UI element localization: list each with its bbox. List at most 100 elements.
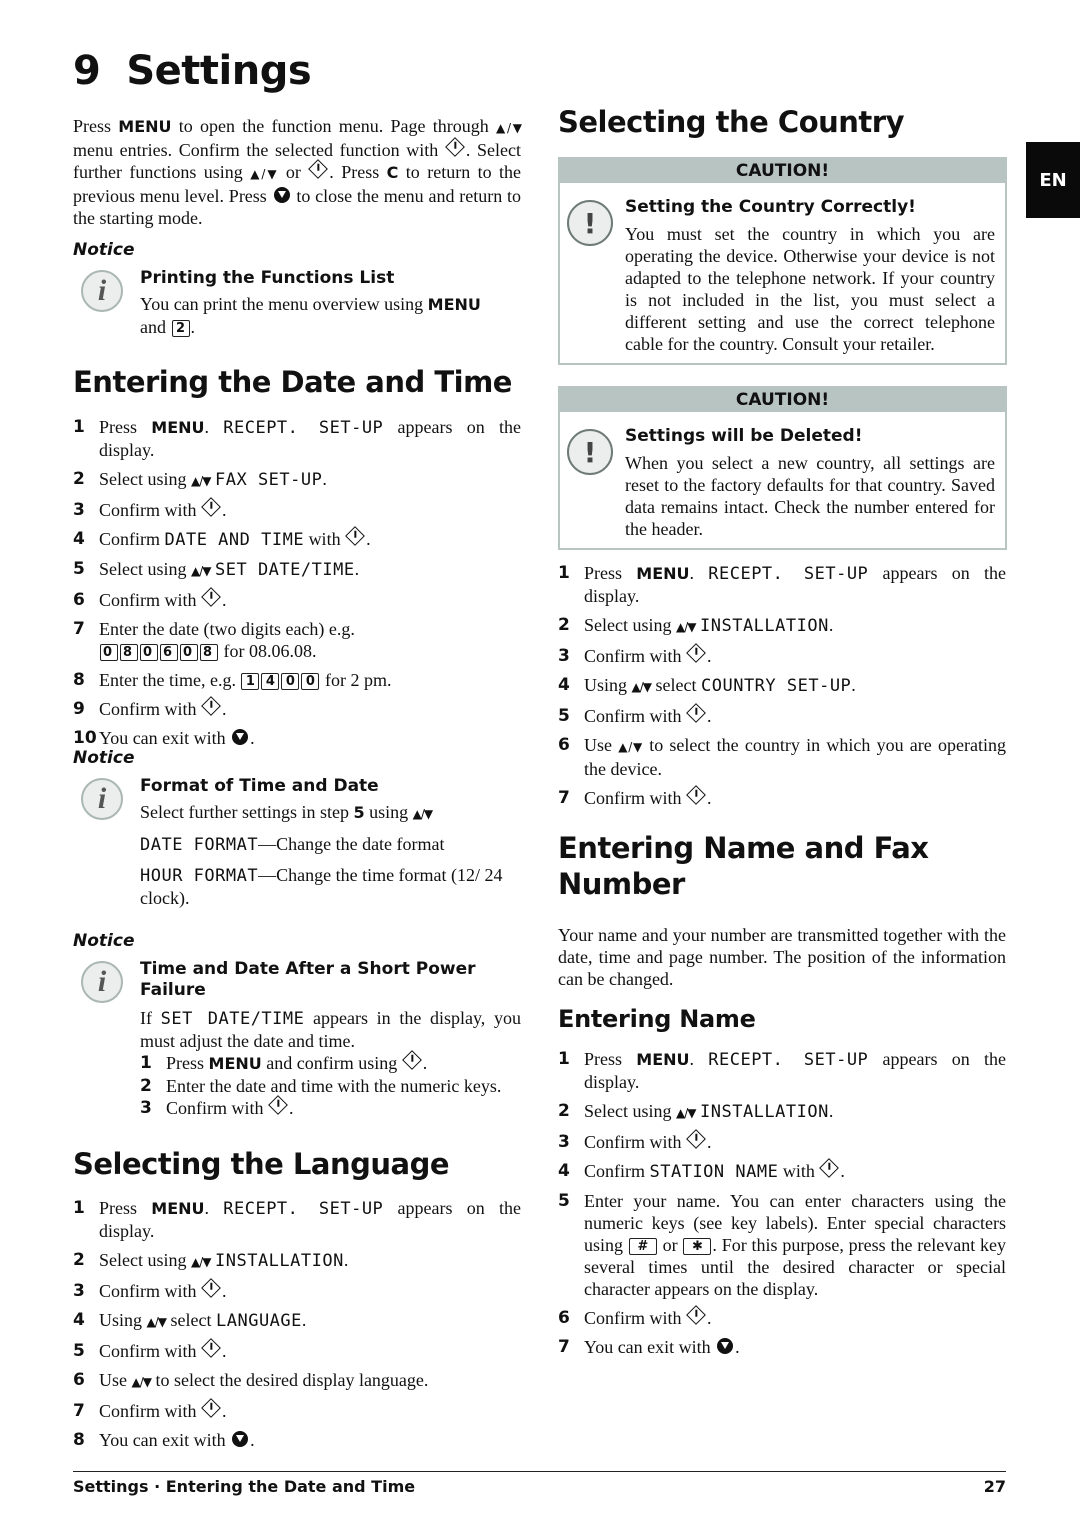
key: 8: [120, 644, 138, 661]
notice-title: Printing the Functions List: [140, 268, 395, 288]
footer-breadcrumb: Settings · Entering the Date and Time: [73, 1477, 416, 1496]
chapter-title-text: Settings: [126, 48, 312, 94]
list-item: 8 Enter the time, e.g. 1400 for 2 pm.: [73, 670, 392, 690]
key: 0: [301, 673, 320, 690]
nav-arrows-icon: ▲/▼: [631, 680, 652, 694]
list-item: 10 You can exit with .: [73, 728, 255, 748]
page-number: 27: [983, 1477, 1006, 1496]
notice-format: i Format of Time and Date Select further…: [73, 776, 521, 909]
key-hash: #: [628, 1238, 657, 1255]
list-item: 4 Confirm STATION NAME with .: [558, 1158, 1006, 1183]
footer-divider: [73, 1471, 1006, 1472]
list-item: 1 Press MENU. RECEPT. SET-UP appears on t…: [73, 417, 521, 460]
list-item: 1 Press MENU. RECEPT. SET-UP appears on t…: [558, 1049, 1006, 1092]
list-item: 7 Confirm with .: [73, 1398, 521, 1422]
ok-icon: [345, 526, 365, 546]
list-item: 5 Confirm with .: [558, 703, 1006, 727]
ok-icon: [686, 643, 706, 663]
caution-box-country: CAUTION! ! Setting the Country Correctly…: [558, 157, 1007, 365]
list-item: 4 Using ▲/▼ select LANGUAGE.: [73, 1310, 307, 1331]
name-fax-intro: Your name and your number are transmitte…: [558, 925, 1006, 989]
language-tab: EN: [1026, 142, 1080, 218]
notice-functions-list: i Printing the Functions List You can pr…: [73, 268, 521, 338]
caution-header: CAUTION!: [560, 388, 1005, 412]
list-item: 5 Enter your name. You can enter characte…: [558, 1191, 1006, 1299]
nav-arrows-icon: ▲/▼: [618, 740, 644, 754]
list-item: 3 Confirm with .: [73, 497, 521, 521]
notice-title: Time and Date After a Short Power Failur…: [140, 959, 476, 1000]
nav-arrows-icon: ▲/▼: [191, 474, 211, 488]
intro-paragraph: Press MENU to open the function menu. Pa…: [73, 116, 522, 228]
menu-key-label: MENU: [118, 117, 172, 136]
ok-icon: [201, 1278, 221, 1298]
list-item: 5 Select using ▲/▼ SET DATE/TIME.: [73, 559, 360, 580]
ok-icon: [686, 1305, 706, 1325]
date-time-steps: 1 Press MENU. RECEPT. SET-UP appears on t…: [73, 416, 521, 756]
ok-icon: [686, 1129, 706, 1149]
power-failure-steps: 1 Press MENU and confirm using . 2 Enter t…: [140, 1050, 521, 1119]
name-steps: 1 Press MENU. RECEPT. SET-UP appears on t…: [558, 1048, 1006, 1365]
caution-header: CAUTION!: [560, 159, 1005, 183]
key: 0: [180, 644, 198, 661]
ok-icon: [686, 785, 706, 805]
list-item: 3 Confirm with .: [140, 1095, 521, 1119]
nav-arrows-icon: ▲/▼: [191, 1255, 211, 1269]
country-steps: 1 Press MENU. RECEPT. SET-UP appears on t…: [558, 562, 1006, 816]
notice-text: DATE FORMAT—Change the date format: [140, 834, 445, 855]
nav-arrows-icon: ▲/▼: [676, 1106, 696, 1120]
list-item: 6 Confirm with .: [73, 587, 521, 611]
notice-text: If SET DATE/TIME appears in the display,…: [140, 1008, 521, 1051]
notice-label: Notice: [73, 931, 135, 951]
list-item: 1 Press MENU and confirm using .: [140, 1050, 521, 1075]
info-icon: i: [81, 270, 123, 312]
notice-power-failure: i Time and Date After a Short Power Fail…: [73, 959, 521, 1119]
list-item: 9 Confirm with .: [73, 696, 521, 720]
c-key-label: C: [386, 163, 399, 182]
chapter-number: 9: [73, 48, 101, 94]
list-item: 1 Press MENU. RECEPT. SET-UP appears on t…: [558, 563, 1006, 606]
key: 8: [200, 644, 218, 661]
nav-arrows-icon: ▲/▼: [191, 564, 211, 578]
list-item: 2 Select using ▲/▼ INSTALLATION.: [73, 1250, 349, 1271]
list-item: 6 Use ▲/▼ to select the country in which …: [558, 735, 1006, 779]
list-item: 6 Use ▲/▼ to select the desired display l…: [73, 1370, 429, 1390]
list-item: 4 Using ▲/▼ select COUNTRY SET-UP.: [558, 675, 856, 696]
caution-title: Setting the Country Correctly!: [625, 197, 916, 217]
ok-icon: [308, 159, 329, 179]
ok-icon: [686, 703, 706, 723]
chapter-title: 9 Settings: [73, 48, 312, 94]
info-icon: i: [81, 961, 123, 1003]
list-item: 3 Confirm with .: [73, 1278, 521, 1302]
ok-icon: [401, 1050, 422, 1070]
nav-arrows-icon: ▲/▼: [131, 1375, 152, 1389]
caution-box-settings-deleted: CAUTION! ! Settings will be Deleted! Whe…: [558, 386, 1007, 550]
nav-arrows-icon: ▲/▼: [412, 807, 433, 821]
list-item: 2 Select using ▲/▼ INSTALLATION.: [558, 1101, 834, 1122]
nav-arrows-icon: ▲/▼: [146, 1315, 167, 1329]
ok-icon: [201, 587, 221, 607]
stop-icon: [273, 187, 290, 203]
heading-entering-name: Entering Name: [558, 1005, 756, 1033]
list-item: 7 You can exit with .: [558, 1337, 740, 1357]
list-item: 7 Confirm with .: [558, 785, 1006, 809]
list-item: 1 Press MENU. RECEPT. SET-UP appears on t…: [73, 1198, 521, 1241]
list-item: 6 Confirm with .: [558, 1305, 1006, 1329]
notice-title: Format of Time and Date: [140, 776, 379, 796]
key: 0: [100, 644, 118, 661]
nav-arrows-icon: ▲/▼: [676, 620, 696, 634]
list-item: 4 Confirm DATE AND TIME with .: [73, 526, 521, 551]
nav-arrows-icon: ▲/▼: [495, 121, 522, 135]
key: 1: [241, 673, 260, 690]
list-item: 3 Confirm with .: [558, 1129, 1006, 1153]
heading-name-fax: Entering Name and Fax Number: [558, 831, 929, 902]
heading-date-time: Entering the Date and Time: [73, 365, 512, 399]
caution-text: When you select a new country, all setti…: [625, 453, 995, 539]
notice-text: Select further settings in step 5 using …: [140, 802, 433, 822]
key-2: 2: [171, 320, 190, 337]
stop-icon: [232, 729, 249, 745]
list-item: 7 Enter the date (two digits each) e.g. 0…: [73, 619, 355, 661]
list-item: 2 Select using ▲/▼ FAX SET-UP.: [73, 469, 327, 490]
heading-country: Selecting the Country: [558, 105, 905, 139]
ok-icon: [444, 137, 465, 157]
list-item: 8 You can exit with .: [73, 1430, 255, 1450]
